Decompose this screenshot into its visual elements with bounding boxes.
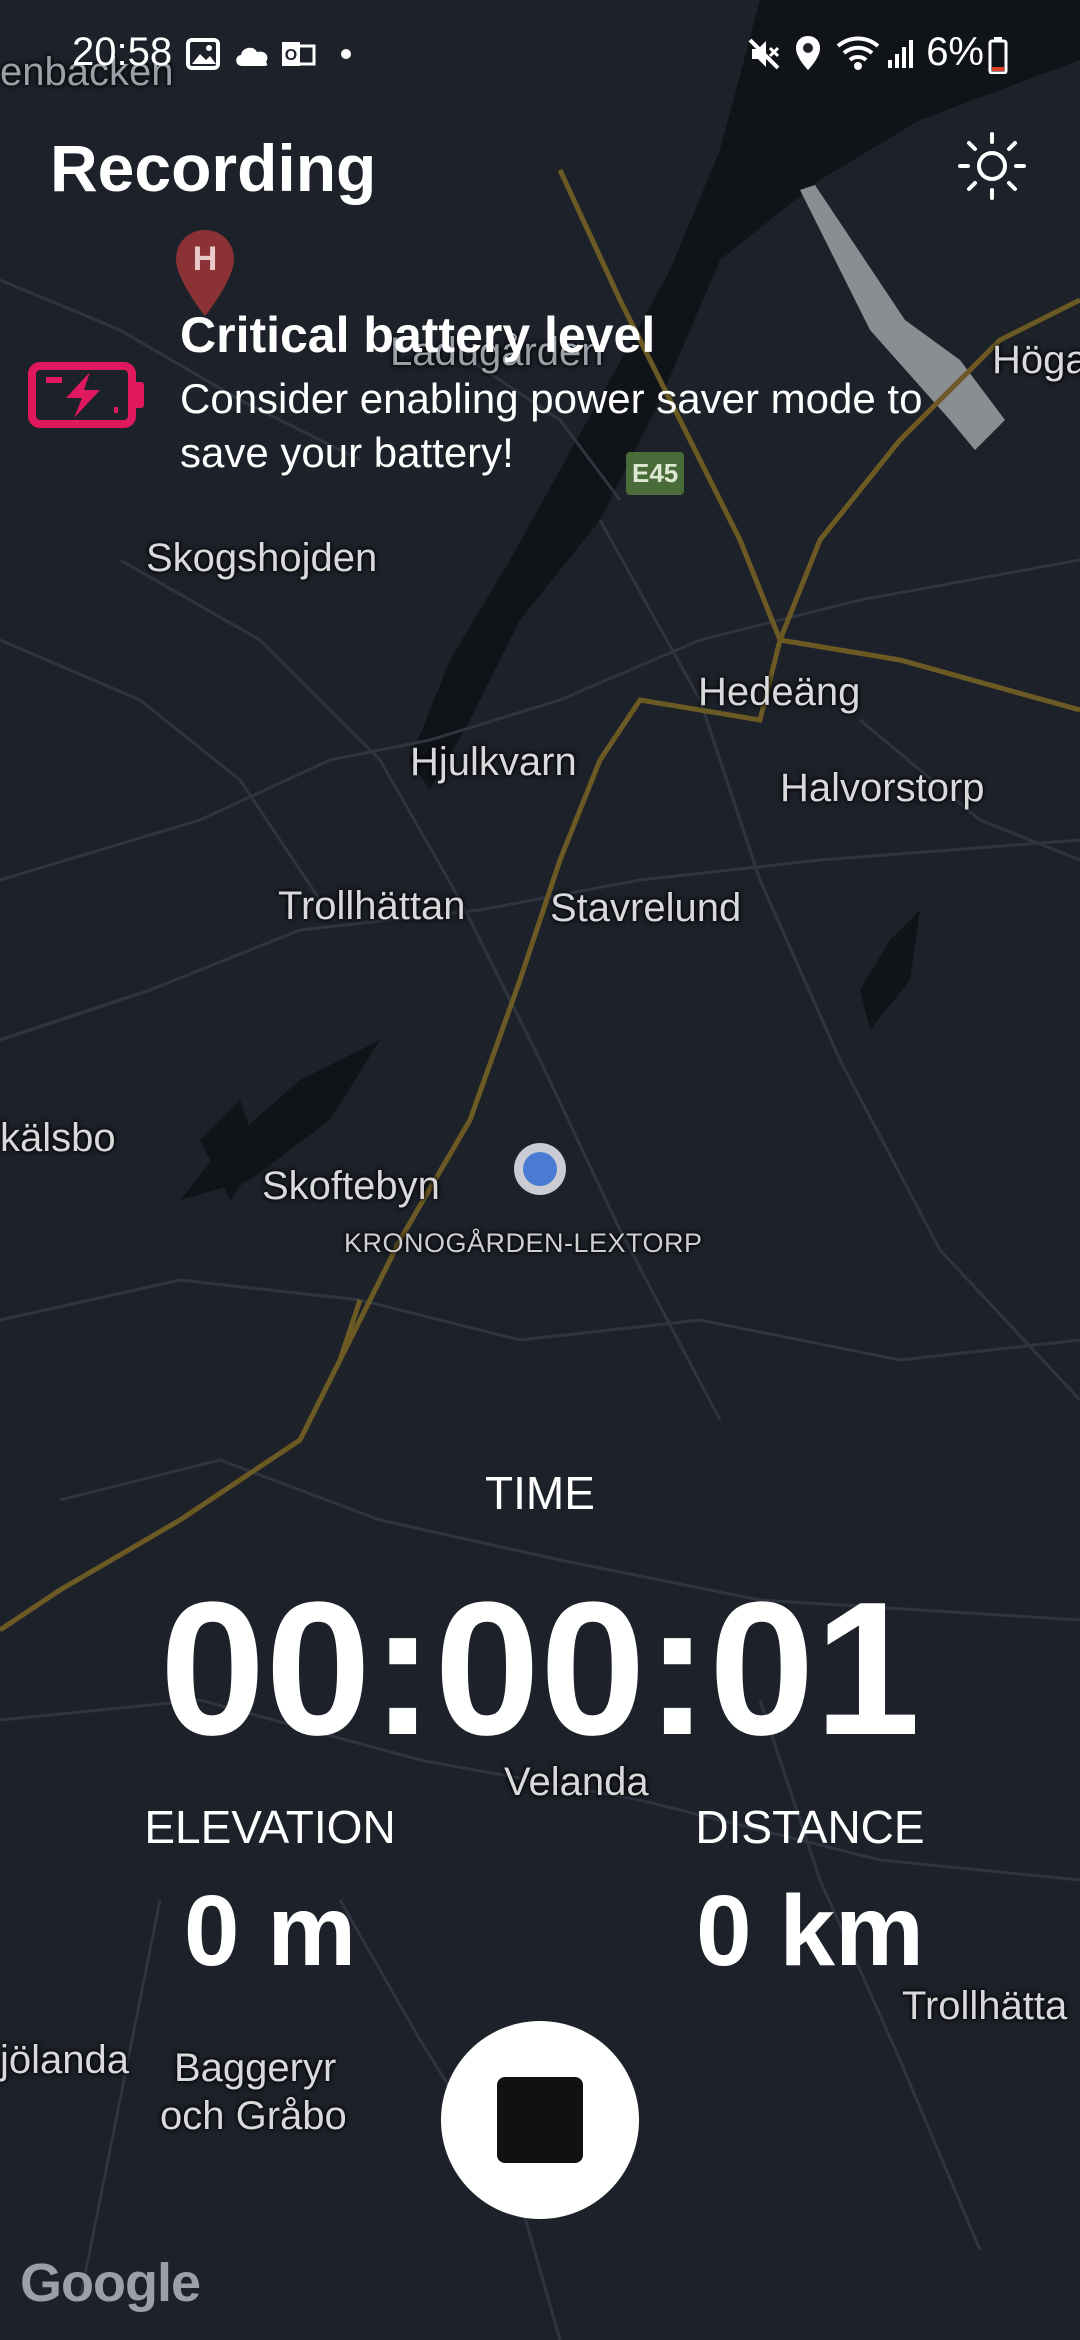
map-label-grabo: och Gråbo	[160, 2094, 347, 2138]
google-attribution: Google	[20, 2253, 201, 2313]
map-label-stavrelund: Stavrelund	[550, 886, 742, 930]
mute-icon	[748, 38, 780, 70]
status-time: 20:58	[72, 30, 173, 74]
hospital-pin-icon[interactable]: H	[174, 228, 236, 318]
map-label-halvorstorp: Halvorstorp	[780, 766, 985, 810]
cloud-icon	[236, 47, 268, 66]
status-bar: 20:58 O 6%	[0, 0, 1080, 110]
map-label-skoftebyn: Skoftebyn	[262, 1164, 440, 1208]
map-label-baggeryr: Baggeryr	[174, 2046, 337, 2090]
map-label-kalsbo: kälsbo	[0, 1116, 116, 1160]
distance-label: DISTANCE	[695, 1801, 925, 1853]
map-label-hedeang: Hedeäng	[698, 670, 861, 714]
page-title: Recording	[50, 131, 377, 205]
elevation-label: ELEVATION	[144, 1801, 396, 1853]
alert-body: Consider enabling power saver mode to sa…	[180, 375, 923, 476]
map-label-skogshojden: Skogshojden	[146, 536, 378, 580]
stop-icon	[497, 2077, 583, 2163]
dot-icon	[341, 49, 351, 59]
signal-icon	[888, 40, 913, 68]
svg-text:O: O	[285, 47, 297, 64]
location-icon	[796, 36, 820, 70]
map-label-sjolanda: jölanda	[0, 2038, 130, 2082]
brightness-icon[interactable]	[956, 130, 1028, 202]
battery-percent: 6%	[926, 30, 984, 74]
outlook-icon: O	[282, 42, 316, 66]
svg-text:H: H	[193, 240, 218, 278]
battery-icon	[988, 37, 1008, 74]
map-label-hjulkvarn: Hjulkvarn	[410, 740, 577, 784]
map-label-hoga: Höga	[992, 338, 1080, 382]
map-label-trollhatta: Trollhätta	[902, 1984, 1068, 2028]
elevation-value: 0 m	[183, 1875, 357, 1987]
wifi-icon	[836, 36, 880, 70]
distance-value: 0 km	[696, 1875, 924, 1987]
alert-title: Critical battery level	[180, 307, 656, 363]
current-location-marker	[514, 1143, 566, 1195]
stop-recording-button[interactable]	[441, 2021, 639, 2219]
map-label-kronogarden: KRONOGÅRDEN-LEXTORP	[344, 1228, 703, 1258]
map-label-trollhattan: Trollhättan	[278, 884, 466, 928]
image-icon	[186, 38, 220, 70]
time-value: 00:00:01	[159, 1563, 921, 1775]
time-label: TIME	[485, 1467, 595, 1519]
battery-charging-icon	[28, 362, 144, 428]
